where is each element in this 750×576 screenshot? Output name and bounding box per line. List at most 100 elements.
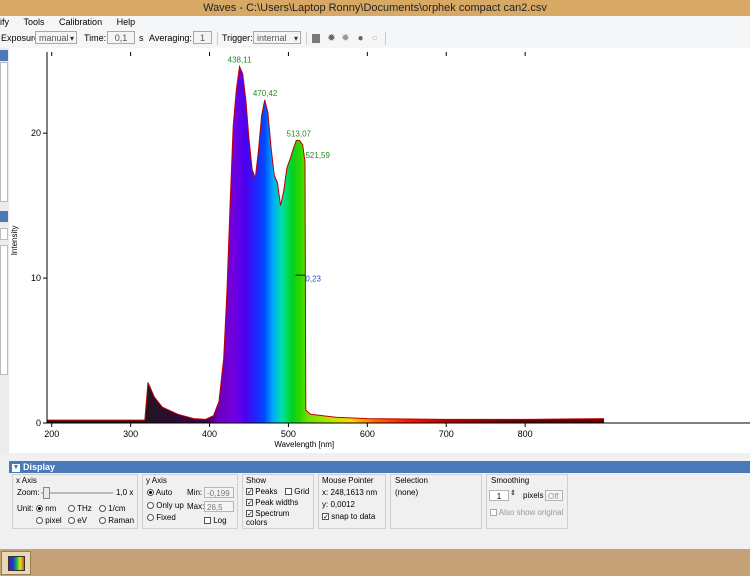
zoom-label: Zoom: [17, 488, 40, 497]
show-group: Show ✓ Peaks Grid ✓ Peak widths ✓ Spectr… [242, 474, 314, 529]
checkmark-icon[interactable]: ✓ [246, 499, 253, 507]
trigger-select[interactable]: internal [253, 31, 301, 45]
checkmark-icon[interactable]: ✓ [246, 510, 253, 518]
collapse-icon[interactable]: ▼ [12, 463, 20, 472]
unit-option-raman[interactable]: Raman [99, 516, 134, 525]
time-label: Time: [84, 33, 107, 43]
display-panel-header[interactable]: ▼ Display [9, 461, 750, 473]
spectrum-plot[interactable]: 200 300 400 500 600 700 800 0 10 20 Wavelength [nm… [9, 48, 750, 453]
snap-to-data-checkbox[interactable]: ✓ snap to data [322, 512, 375, 521]
y-tick-label: 10 [31, 273, 41, 283]
log-checkbox[interactable]: Log [204, 516, 227, 525]
peak-label: 513,07 [287, 129, 312, 138]
unit-option-ev[interactable]: eV [68, 516, 87, 525]
radio-icon[interactable] [147, 514, 154, 522]
mouse-y-readout: y: 0,0012 [322, 500, 355, 509]
unit-option-thz[interactable]: THz [68, 504, 92, 513]
spectrum-chart[interactable]: 200 300 400 500 600 700 800 0 10 20 Wavelength [nm… [9, 48, 750, 453]
x-tick-label: 500 [281, 429, 296, 439]
x-tick-label: 400 [202, 429, 217, 439]
menu-item-tools[interactable]: Tools [24, 16, 45, 29]
smoothing-title: Smoothing [491, 476, 530, 485]
toolbar-separator [217, 32, 218, 45]
save-icon[interactable] [312, 34, 320, 43]
radio-icon[interactable] [36, 505, 43, 513]
unit-option-pixel[interactable]: pixel [36, 516, 62, 525]
checkmark-icon[interactable]: ✓ [246, 488, 253, 496]
radio-icon[interactable] [99, 505, 106, 513]
toolbar: Exposure: manual Time: 0,1 s Averaging: … [0, 29, 750, 49]
peak-widths-checkbox[interactable]: ✓ Peak widths [246, 498, 298, 507]
y-option-only-up[interactable]: Only up [147, 501, 184, 510]
y-tick-label: 0 [36, 418, 41, 428]
left-panel-field[interactable] [0, 228, 8, 240]
toolbar-separator [385, 32, 386, 45]
zoom-value: 1,0 x [116, 488, 134, 497]
y-min-label: Min: [187, 488, 203, 497]
burst-icon[interactable]: ✹ [326, 33, 337, 44]
window-title: Waves - C:\Users\Laptop Ronny\Documents\… [0, 0, 750, 16]
peak-label: 0,23 [305, 274, 321, 283]
unit-option-per-cm[interactable]: 1/cm [99, 504, 126, 513]
menu-item-modify[interactable]: ify [0, 16, 9, 29]
exposure-select[interactable]: manual [35, 31, 77, 45]
y-option-auto[interactable]: Auto [147, 488, 172, 497]
radio-icon[interactable] [147, 502, 154, 510]
peaks-checkbox[interactable]: ✓ Peaks [246, 487, 277, 496]
taskbar-app-button[interactable] [1, 551, 31, 575]
radio-icon[interactable] [36, 517, 43, 525]
menu-item-help[interactable]: Help [117, 16, 136, 29]
smoothing-group: Smoothing 1 ⇕ pixels Off Also show origi… [486, 474, 568, 529]
checkbox-icon[interactable] [204, 517, 211, 525]
burst-dim-icon[interactable]: ✹ [340, 33, 351, 44]
spectrum-line [47, 64, 605, 421]
taskbar [0, 549, 750, 576]
radio-icon[interactable] [68, 517, 75, 525]
menu-item-calibration[interactable]: Calibration [59, 16, 102, 29]
show-title: Show [246, 476, 267, 485]
mouse-x-readout: x: 248,1613 nm [322, 488, 378, 497]
y-option-fixed[interactable]: Fixed [147, 513, 176, 522]
radio-icon[interactable] [68, 505, 75, 513]
selection-group: Selection (none) [390, 474, 482, 529]
y-min-input[interactable]: -0,199 [204, 487, 234, 498]
zoom-slider-thumb[interactable] [43, 487, 50, 499]
time-input[interactable]: 0,1 [107, 31, 135, 44]
y-max-input[interactable]: 26,5 [204, 501, 234, 512]
smoothing-off-button[interactable]: Off [545, 490, 563, 501]
also-show-original-checkbox[interactable]: Also show original [490, 508, 563, 517]
unit-label: Unit: [17, 504, 34, 513]
checkmark-icon[interactable]: ✓ [322, 513, 329, 521]
peak-label: 521,59 [305, 151, 330, 160]
grid-checkbox[interactable]: Grid [285, 487, 309, 496]
radio-icon[interactable] [147, 489, 154, 497]
stop-circle-icon[interactable]: ○ [369, 33, 380, 44]
checkbox-icon[interactable] [490, 509, 497, 517]
left-panel-list[interactable] [0, 62, 8, 202]
spectrum-area [47, 66, 605, 423]
spectrum-app-icon [8, 556, 25, 571]
left-panel-list[interactable] [0, 245, 8, 375]
smoothing-pixels-input[interactable]: 1 [489, 490, 509, 501]
spectrum-colors-checkbox[interactable]: ✓ Spectrum colors [246, 509, 313, 527]
trigger-label: Trigger: [222, 33, 253, 43]
left-panel-header[interactable] [0, 211, 8, 222]
pixels-label: pixels [523, 491, 544, 500]
spinner-icon[interactable]: ⇕ [510, 489, 516, 497]
checkbox-icon[interactable] [285, 488, 292, 496]
time-unit: s [139, 33, 144, 43]
radio-icon[interactable] [99, 517, 106, 525]
zoom-slider-track[interactable] [41, 492, 113, 494]
unit-option-nm[interactable]: nm [36, 504, 56, 513]
averaging-input[interactable]: 1 [193, 31, 212, 44]
x-axis-label: Wavelength [nm] [274, 440, 334, 449]
mouse-pointer-group: Mouse Pointer x: 248,1613 nm y: 0,0012 ✓… [318, 474, 386, 529]
selection-title: Selection [395, 476, 428, 485]
record-dot-icon[interactable]: ● [355, 33, 366, 44]
left-panel-header[interactable] [0, 50, 8, 61]
x-tick-label: 600 [360, 429, 375, 439]
averaging-label: Averaging: [149, 33, 192, 43]
peak-label: 470,42 [253, 89, 278, 98]
x-axis-group: x Axis Zoom: 1,0 x Unit: nm THz 1/cm pix… [12, 474, 138, 529]
y-axis-label: Intensity [10, 226, 19, 256]
